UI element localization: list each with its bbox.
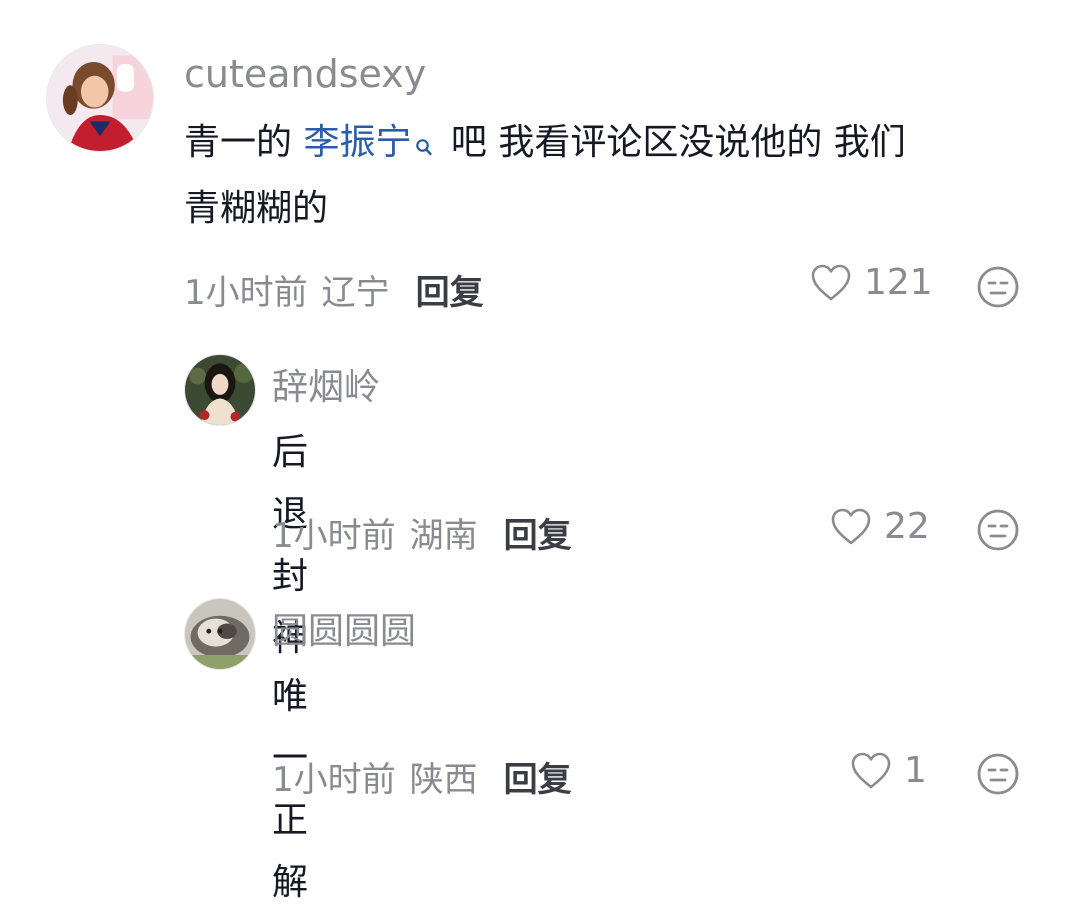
like-count: 121 — [864, 262, 933, 303]
like-count: 1 — [904, 750, 927, 791]
timestamp: 1小时前 — [272, 516, 396, 556]
heart-outline-icon — [851, 752, 891, 788]
reply-button[interactable]: 回复 — [416, 273, 484, 313]
unimpressed-face-icon — [977, 266, 1019, 308]
avatar[interactable] — [184, 598, 256, 670]
reply-button[interactable]: 回复 — [504, 516, 572, 556]
comment-text-part: 青一的 — [184, 122, 304, 163]
dislike-button[interactable] — [976, 508, 1020, 556]
avatar-image — [185, 599, 255, 669]
like-button[interactable]: 1 — [850, 750, 927, 791]
comment-meta: 1小时前 湖南 回复 — [272, 508, 572, 557]
comment-text: 青一的 李振宁 吧 我看评论区没说他的 我们 青糊糊的 — [184, 112, 1044, 240]
comment-meta: 1小时前 陕西 回复 — [272, 752, 572, 801]
avatar[interactable] — [46, 44, 154, 152]
dislike-button[interactable] — [976, 752, 1020, 800]
username[interactable]: 辞烟岭 — [272, 358, 380, 410]
comment-text-line2: 青糊糊的 — [184, 188, 329, 229]
avatar[interactable] — [184, 354, 256, 426]
like-button[interactable]: 22 — [830, 506, 930, 547]
timestamp: 1小时前 — [184, 273, 308, 313]
timestamp: 1小时前 — [272, 760, 396, 800]
reply-button[interactable]: 回复 — [504, 760, 572, 800]
avatar-image — [47, 45, 153, 151]
ip-region: 湖南 — [409, 516, 478, 556]
avatar-image — [185, 355, 255, 425]
ip-region: 辽宁 — [321, 273, 390, 313]
unimpressed-face-icon — [977, 509, 1019, 551]
heart-outline-icon — [811, 264, 851, 300]
dislike-button[interactable] — [976, 265, 1020, 313]
mention-name: 李振宁 — [303, 122, 412, 163]
like-count: 22 — [884, 506, 930, 547]
username[interactable]: cuteandsexy — [184, 52, 426, 96]
username[interactable]: 圆圆圆圆 — [272, 602, 416, 654]
search-icon — [415, 116, 433, 178]
comment-meta: 1小时前 辽宁 回复 — [184, 265, 484, 314]
like-button[interactable]: 121 — [810, 262, 933, 303]
ip-region: 陕西 — [409, 760, 478, 800]
heart-outline-icon — [831, 508, 871, 544]
mention-link[interactable]: 李振宁 — [303, 122, 439, 163]
unimpressed-face-icon — [977, 753, 1019, 795]
comment-text-part: 吧 我看评论区没说他的 我们 — [439, 122, 906, 163]
